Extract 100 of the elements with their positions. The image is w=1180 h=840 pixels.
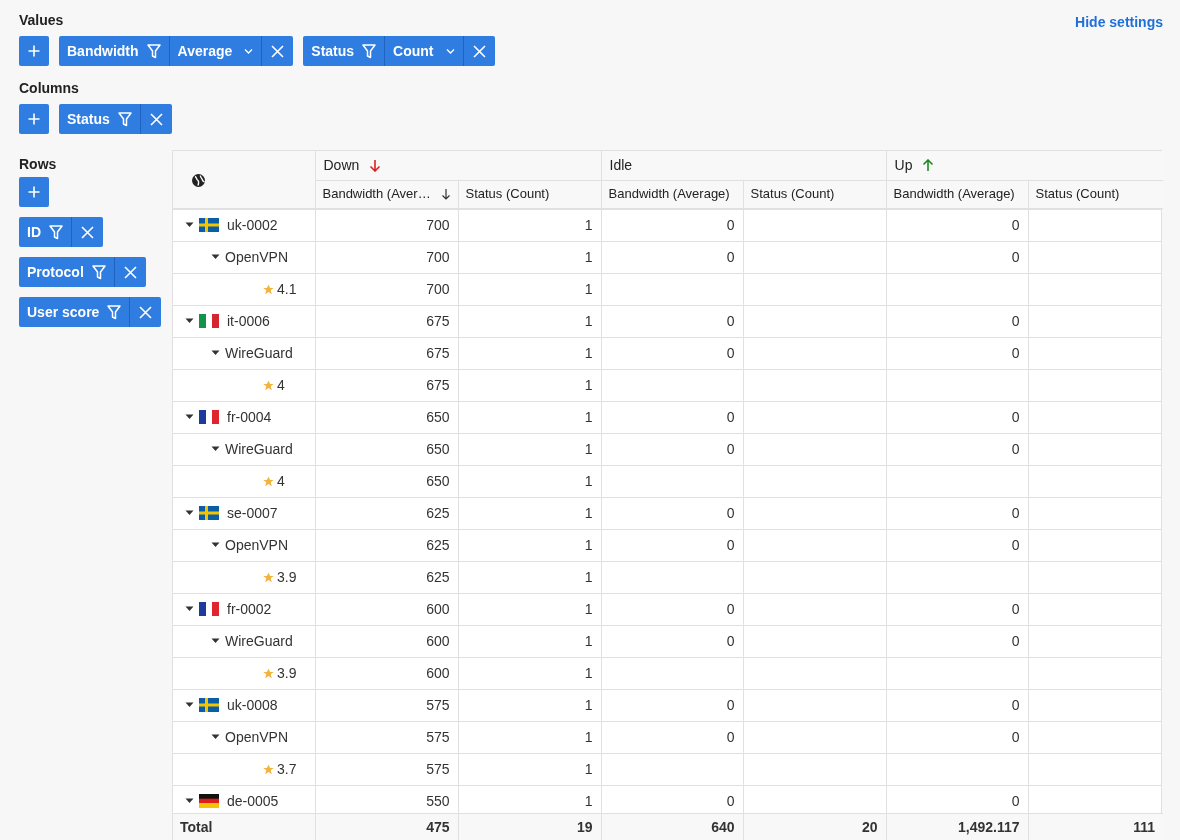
row-label: fr-0002 [227, 599, 272, 619]
caret-icon[interactable] [185, 606, 194, 612]
caret-icon[interactable] [185, 798, 194, 804]
column-header[interactable]: Bandwidth (Average) [886, 180, 1029, 208]
field-button[interactable]: Protocol [19, 257, 115, 287]
table-cell: 0 [886, 305, 1028, 337]
field-button[interactable]: User score [19, 297, 131, 327]
remove-button[interactable] [114, 257, 146, 287]
table-cell: 600 [315, 657, 458, 689]
section-label: Rows [19, 155, 57, 172]
close-icon [81, 225, 94, 239]
table-cell: 0 [601, 689, 743, 721]
table-cell: 575 [315, 721, 458, 753]
total-cell: 19 [458, 813, 601, 840]
column-group-header: Up [894, 155, 913, 175]
field-button[interactable]: Status [59, 104, 141, 134]
chevron-icon [244, 47, 254, 55]
row-label: OpenVPN [225, 247, 289, 267]
row-label: 4.1 [277, 279, 297, 299]
field-button[interactable]: Status [303, 36, 386, 66]
table-cell: 1 [458, 689, 601, 721]
table-cell: 675 [315, 369, 458, 401]
flag-icon [199, 698, 219, 712]
column-header[interactable]: Bandwidth (Average) [601, 180, 743, 208]
table-cell: 1 [458, 305, 601, 337]
table-cell: 0 [601, 305, 743, 337]
remove-button[interactable] [130, 297, 162, 327]
table-cell: 0 [886, 241, 1028, 273]
row-label: de-0005 [227, 791, 279, 811]
plus-icon [28, 113, 40, 125]
column-header[interactable]: Status (Count) [458, 180, 601, 208]
total-cell: 475 [315, 813, 458, 840]
table-cell: 0 [601, 401, 743, 433]
table-cell: 1 [458, 241, 601, 273]
close-icon [149, 112, 163, 126]
aggregation-dropdown[interactable]: Count [385, 36, 464, 66]
filter-icon [146, 43, 161, 59]
add-button[interactable] [19, 177, 49, 207]
table-cell: 0 [601, 625, 743, 657]
caret-icon[interactable] [211, 542, 220, 548]
remove-button[interactable] [140, 104, 172, 134]
star-icon [263, 571, 274, 583]
table-cell: 1 [458, 497, 601, 529]
table-cell: 0 [601, 241, 743, 273]
column-group-header: Down [323, 155, 360, 175]
column-header[interactable]: Bandwidth (Aver… [315, 180, 458, 208]
caret-icon[interactable] [185, 510, 194, 516]
table-cell: 625 [315, 497, 458, 529]
caret-icon[interactable] [211, 638, 220, 644]
table-cell: 625 [315, 561, 458, 593]
table-cell: 1 [458, 593, 601, 625]
close-icon [139, 305, 153, 319]
table-cell: 0 [886, 433, 1028, 465]
close-icon [271, 44, 285, 58]
table-cell: 1 [458, 753, 601, 785]
caret-icon[interactable] [211, 350, 220, 356]
table-cell: 1 [458, 625, 601, 657]
caret-icon[interactable] [185, 702, 194, 708]
caret-icon[interactable] [185, 318, 194, 324]
filter-icon [107, 304, 122, 320]
arrow-down-icon [369, 158, 382, 172]
table-cell: 575 [315, 753, 458, 785]
caret-icon[interactable] [211, 446, 220, 452]
table-cell: 600 [315, 593, 458, 625]
row-label: WireGuard [225, 439, 293, 459]
remove-button[interactable] [262, 36, 294, 66]
table-cell: 650 [315, 401, 458, 433]
caret-icon[interactable] [211, 734, 220, 740]
total-label: Total [173, 813, 315, 840]
row-label: WireGuard [225, 343, 293, 363]
field-button[interactable]: ID [19, 217, 72, 247]
remove-button[interactable] [72, 217, 103, 247]
row-label: OpenVPN [225, 727, 289, 747]
column-header[interactable]: Status (Count) [743, 180, 887, 208]
section-label: Values [19, 11, 64, 28]
caret-icon[interactable] [185, 414, 194, 420]
total-cell: 1,492.117 [886, 813, 1028, 840]
total-cell: 20 [743, 813, 886, 840]
flag-icon [199, 314, 219, 328]
add-button[interactable] [19, 104, 49, 134]
remove-button[interactable] [463, 36, 495, 66]
star-icon [263, 475, 274, 487]
field-button[interactable]: Bandwidth [59, 36, 170, 66]
table-cell: 0 [886, 209, 1028, 241]
aggregation-dropdown[interactable]: Average [169, 36, 263, 66]
caret-icon[interactable] [185, 222, 194, 228]
table-cell: 1 [458, 561, 601, 593]
column-group-header: Idle [609, 155, 633, 175]
flag-icon [199, 794, 219, 808]
hide-settings-link[interactable]: Hide settings [1075, 12, 1163, 33]
table-cell: 0 [601, 593, 743, 625]
add-button[interactable] [19, 36, 49, 66]
row-label: it-0006 [227, 311, 270, 331]
table-cell: 700 [315, 273, 458, 305]
table-cell: 700 [315, 241, 458, 273]
table-cell: 0 [886, 593, 1028, 625]
total-cell: 111 [1028, 813, 1163, 840]
table-cell: 0 [601, 497, 743, 529]
caret-icon[interactable] [211, 254, 220, 260]
table-cell: 0 [601, 337, 743, 369]
